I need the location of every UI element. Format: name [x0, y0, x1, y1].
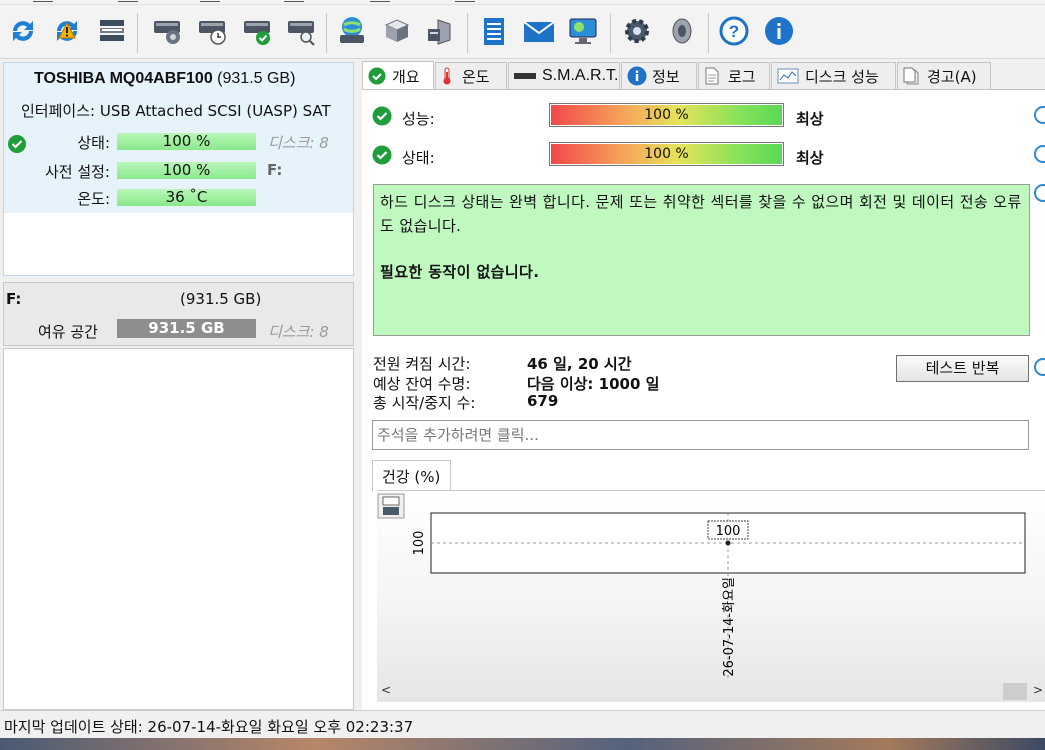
tab-bar: 개요 온도 S.M.A.R.T. 정보 로그 디스크 성능 경고(A) — [362, 61, 1045, 90]
settings-gear-icon[interactable] — [620, 13, 654, 49]
tab-alerts[interactable]: 경고(A) — [897, 62, 991, 89]
health-chart: 100 100 26-07-14-화요일 — [377, 493, 1026, 681]
power-on-label: 전원 켜짐 시간: — [373, 355, 471, 373]
partition-size: (931.5 GB) — [180, 290, 262, 308]
status-label: 상태: — [77, 134, 110, 152]
tab-smart[interactable]: S.M.A.R.T. — [508, 62, 620, 89]
info-small-icon — [627, 66, 647, 86]
disk-schedule-icon[interactable] — [195, 13, 229, 49]
partition-disk-number: 디스크: 8 — [268, 323, 329, 341]
info-icon[interactable] — [762, 13, 796, 49]
left-empty-panel — [3, 348, 354, 710]
status-ok-icon — [8, 135, 26, 153]
tab-temperature[interactable]: 온도 — [435, 62, 507, 89]
drive-letter: F: — [267, 161, 283, 179]
free-space-bar: 931.5 GB — [117, 319, 256, 338]
repeat-test-button[interactable]: 테스트 반복 — [896, 355, 1029, 382]
speaker-icon[interactable] — [665, 13, 699, 49]
svg-text:?: ? — [729, 22, 739, 41]
health-label: 상태: — [402, 149, 435, 167]
health-help-icon[interactable] — [1034, 145, 1045, 163]
chart-tab-health[interactable]: 건강 (%) — [372, 460, 451, 491]
computer-disk-icon[interactable] — [423, 13, 457, 49]
status-message: 하드 디스크 상태는 완벽 합니다. 문제 또는 취약한 섹터를 찾을 수 없으… — [380, 193, 1022, 235]
disk-surface-icon[interactable] — [150, 13, 184, 49]
power-on-value: 46 일, 20 시간 — [527, 355, 632, 373]
disk-search-icon[interactable] — [284, 13, 318, 49]
server-icon[interactable] — [380, 13, 414, 49]
preset-bar: 100 % — [117, 162, 256, 179]
health-chart-area: 100 100 26-07-14-화요일 < > — [377, 490, 1045, 702]
document-icon — [705, 67, 719, 85]
performance-label: 성능: — [402, 110, 435, 128]
network-disk-icon[interactable] — [335, 13, 369, 49]
disk-card[interactable]: TOSHIBA MQ04ABF100 (931.5 GB) 인터페이스: USB… — [3, 62, 354, 276]
mail-icon[interactable] — [522, 13, 556, 49]
lifetime-value: 다음 이상: 1000 일 — [527, 375, 660, 393]
y-tick-label: 100 — [412, 531, 427, 556]
help-icon[interactable]: ? — [717, 13, 751, 49]
refresh-warning-icon[interactable] — [50, 13, 84, 49]
temp-bar: 36 ˚C — [117, 189, 256, 206]
refresh-icon[interactable] — [6, 13, 40, 49]
disk-number: 디스크: 8 — [268, 134, 329, 152]
tab-disk-performance[interactable]: 디스크 성능 — [771, 62, 896, 89]
notepad-icon[interactable] — [477, 13, 511, 49]
performance-ok-icon — [372, 106, 392, 126]
scroll-left-arrow[interactable]: < — [381, 683, 391, 697]
scrollbar-thumb[interactable] — [1003, 683, 1027, 700]
smart-icon — [514, 73, 536, 79]
overview-panel: 성능: 100 % 최상 상태: 100 % 최상 하드 디스크 상태는 완벽 … — [362, 89, 1045, 710]
comment-input[interactable]: 주석을 추가하려면 클릭... — [372, 420, 1029, 450]
tab-info[interactable]: 정보 — [621, 62, 697, 89]
point-label: 100 — [716, 524, 741, 539]
health-ok-icon — [372, 145, 392, 165]
alerts-document-icon — [903, 67, 919, 85]
toolbar: ? — [0, 5, 1045, 59]
preset-label: 사전 설정: — [44, 163, 110, 181]
status-bar: 마지막 업데이트 상태: 26-07-14-화요일 화요일 오후 02:23:3… — [0, 710, 1045, 738]
health-bar: 100 % — [549, 142, 784, 166]
scroll-right-arrow[interactable]: > — [1033, 683, 1043, 697]
disk-list-icon[interactable] — [95, 13, 129, 49]
chart-icon — [777, 68, 799, 84]
monitor-icon[interactable] — [567, 13, 601, 49]
disk-ok-icon[interactable] — [240, 13, 274, 49]
free-space-label: 여유 공간 — [38, 323, 98, 341]
repeat-test-help-icon[interactable] — [1034, 358, 1045, 376]
health-rating: 최상 — [796, 149, 824, 167]
thermometer-icon — [443, 67, 451, 85]
start-stop-label: 총 시작/중지 수: — [373, 394, 476, 412]
x-tick-label: 26-07-14-화요일 — [722, 577, 737, 677]
performance-help-icon[interactable] — [1034, 106, 1045, 124]
performance-rating: 최상 — [796, 110, 824, 128]
action-message: 필요한 동작이 없습니다. — [380, 263, 540, 281]
performance-bar: 100 % — [549, 103, 784, 127]
status-bar: 100 % — [117, 133, 256, 150]
partition-card[interactable]: F: (931.5 GB) 여유 공간 931.5 GB 디스크: 8 — [3, 282, 354, 346]
tab-overview[interactable]: 개요 — [362, 61, 434, 90]
temp-label: 온도: — [77, 190, 110, 208]
disk-title: TOSHIBA MQ04ABF100 (931.5 GB) — [34, 70, 296, 87]
message-help-icon[interactable] — [1034, 184, 1045, 202]
check-icon — [368, 67, 386, 85]
start-stop-value: 679 — [527, 392, 559, 410]
status-message-box: 하드 디스크 상태는 완벽 합니다. 문제 또는 취약한 섹터를 찾을 수 없으… — [373, 184, 1030, 336]
desktop-background — [0, 738, 1045, 750]
data-point — [725, 540, 731, 546]
lifetime-label: 예상 잔여 수명: — [373, 375, 471, 393]
tab-log[interactable]: 로그 — [698, 62, 770, 89]
partition-letter: F: — [6, 290, 22, 308]
interface-row: 인터페이스: USB Attached SCSI (UASP) SAT — [21, 102, 331, 120]
